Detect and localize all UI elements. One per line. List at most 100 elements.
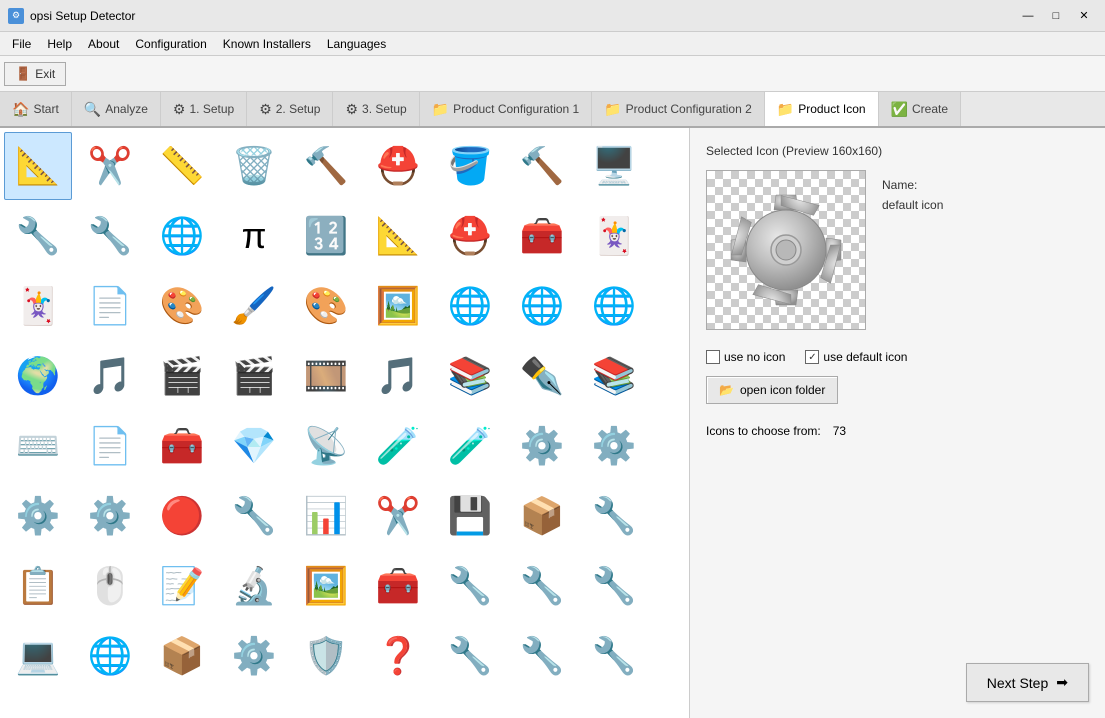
close-button[interactable]: ✕ — [1071, 6, 1097, 26]
icon-cell[interactable]: 📐 — [364, 202, 432, 270]
icon-cell[interactable]: ⌨️ — [4, 412, 72, 480]
icon-cell[interactable]: 🎨 — [292, 272, 360, 340]
icon-cell[interactable]: 🌐 — [76, 622, 144, 690]
icon-cell[interactable]: 📊 — [292, 482, 360, 550]
menu-languages[interactable]: Languages — [319, 35, 394, 53]
icon-cell[interactable]: ⛑️ — [436, 202, 504, 270]
tab-prodconfig2[interactable]: 📁 Product Configuration 2 — [592, 92, 765, 126]
icon-cell[interactable]: 🔧 — [220, 482, 288, 550]
icon-cell[interactable]: ⚙️ — [508, 412, 576, 480]
icon-cell[interactable]: 📦 — [148, 622, 216, 690]
icon-cell[interactable]: 🃏 — [4, 272, 72, 340]
tab-prodconfig1[interactable]: 📁 Product Configuration 1 — [420, 92, 593, 126]
icon-cell[interactable]: ⚙️ — [580, 412, 648, 480]
icon-cell[interactable]: 🔢 — [292, 202, 360, 270]
tab-create[interactable]: ✅ Create — [879, 92, 961, 126]
icon-cell[interactable]: 📐 — [4, 132, 72, 200]
icon-cell[interactable]: 🔴 — [148, 482, 216, 550]
icon-cell[interactable]: 🧰 — [148, 412, 216, 480]
no-icon-checkbox[interactable]: use no icon — [706, 350, 785, 364]
menu-about[interactable]: About — [80, 35, 127, 53]
icon-cell[interactable]: 📋 — [4, 552, 72, 620]
icon-cell[interactable]: 🌐 — [148, 202, 216, 270]
icon-cell[interactable]: 📝 — [148, 552, 216, 620]
icon-cell[interactable]: ❓ — [364, 622, 432, 690]
icon-image: ⚙️ — [592, 428, 637, 464]
icon-cell[interactable]: 🎨 — [148, 272, 216, 340]
icon-cell[interactable]: ✒️ — [508, 342, 576, 410]
icon-cell[interactable]: 🔧 — [508, 622, 576, 690]
tab-setup2[interactable]: ⚙ 2. Setup — [247, 92, 333, 126]
icon-cell[interactable]: 🔨 — [508, 132, 576, 200]
minimize-button[interactable]: — — [1015, 6, 1041, 26]
menu-configuration[interactable]: Configuration — [127, 35, 214, 53]
tab-setup1[interactable]: ⚙ 1. Setup — [161, 92, 247, 126]
icon-cell[interactable]: 🔨 — [292, 132, 360, 200]
icon-cell[interactable]: 🪣 — [436, 132, 504, 200]
icon-cell[interactable]: 📄 — [76, 272, 144, 340]
icon-cell[interactable]: 🖥️ — [580, 132, 648, 200]
next-step-button[interactable]: Next Step ➡ — [966, 663, 1089, 702]
icon-cell[interactable]: ✂️ — [364, 482, 432, 550]
icon-cell[interactable]: 📚 — [436, 342, 504, 410]
icon-cell[interactable]: 🧪 — [436, 412, 504, 480]
tab-producticon[interactable]: 📁 Product Icon — [765, 92, 879, 128]
icon-cell[interactable]: 🛡️ — [292, 622, 360, 690]
tab-setup3[interactable]: ⚙ 3. Setup — [333, 92, 419, 126]
icon-cell[interactable]: 📏 — [148, 132, 216, 200]
icon-cell[interactable]: 📚 — [580, 342, 648, 410]
icon-cell[interactable]: 💎 — [220, 412, 288, 480]
icon-cell[interactable]: 🎵 — [76, 342, 144, 410]
default-icon-checkbox[interactable]: ✓ use default icon — [805, 350, 907, 364]
tab-analyze[interactable]: 🔍 Analyze — [72, 92, 161, 126]
icon-cell[interactable]: ⚙️ — [76, 482, 144, 550]
exit-button[interactable]: 🚪 Exit — [4, 62, 66, 86]
icon-cell[interactable]: 🌐 — [508, 272, 576, 340]
open-icon-folder-button[interactable]: 📂 open icon folder — [706, 376, 838, 404]
icon-cell[interactable]: 🌐 — [436, 272, 504, 340]
icon-cell[interactable]: 🗑️ — [220, 132, 288, 200]
icon-cell[interactable]: 🖼️ — [364, 272, 432, 340]
icon-cell[interactable]: 🔧 — [508, 552, 576, 620]
menu-file[interactable]: File — [4, 35, 39, 53]
icon-cell[interactable]: 🌍 — [4, 342, 72, 410]
icon-image: 🎬 — [232, 358, 277, 394]
icon-cell[interactable]: 🔧 — [580, 552, 648, 620]
icon-cell[interactable]: 📄 — [76, 412, 144, 480]
icon-cell[interactable]: 📦 — [508, 482, 576, 550]
icon-cell[interactable]: 🎵 — [364, 342, 432, 410]
analyze-icon: 🔍 — [84, 101, 101, 118]
icon-cell[interactable]: 🧰 — [508, 202, 576, 270]
icon-cell[interactable]: 🖌️ — [220, 272, 288, 340]
icon-cell[interactable]: 🖼️ — [292, 552, 360, 620]
icon-cell[interactable]: 🧰 — [364, 552, 432, 620]
icon-cell[interactable]: 💻 — [4, 622, 72, 690]
icon-grid-scroll[interactable]: 📐✂️📏🗑️🔨⛑️🪣🔨🖥️🔧🔧🌐π🔢📐⛑️🧰🃏🃏📄🎨🖌️🎨🖼️🌐🌐🌐🌍🎵🎬🎬🎞️… — [0, 128, 689, 718]
icon-cell[interactable]: ⚙️ — [220, 622, 288, 690]
icon-cell[interactable]: 🃏 — [580, 202, 648, 270]
icon-cell[interactable]: 🔧 — [436, 552, 504, 620]
icon-cell[interactable]: 🎞️ — [292, 342, 360, 410]
icon-cell[interactable]: 🧪 — [364, 412, 432, 480]
icon-cell[interactable]: 🔧 — [76, 202, 144, 270]
maximize-button[interactable]: □ — [1043, 6, 1069, 26]
icon-cell[interactable]: π — [220, 202, 288, 270]
menu-help[interactable]: Help — [39, 35, 80, 53]
icon-cell[interactable]: ⚙️ — [4, 482, 72, 550]
icon-cell[interactable]: 🎬 — [148, 342, 216, 410]
icon-cell[interactable]: 🔧 — [436, 622, 504, 690]
icon-cell[interactable]: 🔧 — [4, 202, 72, 270]
icon-cell[interactable]: 🖱️ — [76, 552, 144, 620]
tab-start[interactable]: 🏠 Start — [0, 92, 72, 126]
icon-cell[interactable]: 🌐 — [580, 272, 648, 340]
icon-cell[interactable]: 🔧 — [580, 482, 648, 550]
icon-cell[interactable]: 🔧 — [580, 622, 648, 690]
icon-cell[interactable]: 💾 — [436, 482, 504, 550]
icon-cell[interactable]: 🎬 — [220, 342, 288, 410]
icon-cell[interactable]: 📡 — [292, 412, 360, 480]
icon-image: ✂️ — [88, 148, 133, 184]
icon-cell[interactable]: 🔬 — [220, 552, 288, 620]
icon-cell[interactable]: ✂️ — [76, 132, 144, 200]
icon-cell[interactable]: ⛑️ — [364, 132, 432, 200]
menu-known-installers[interactable]: Known Installers — [215, 35, 319, 53]
